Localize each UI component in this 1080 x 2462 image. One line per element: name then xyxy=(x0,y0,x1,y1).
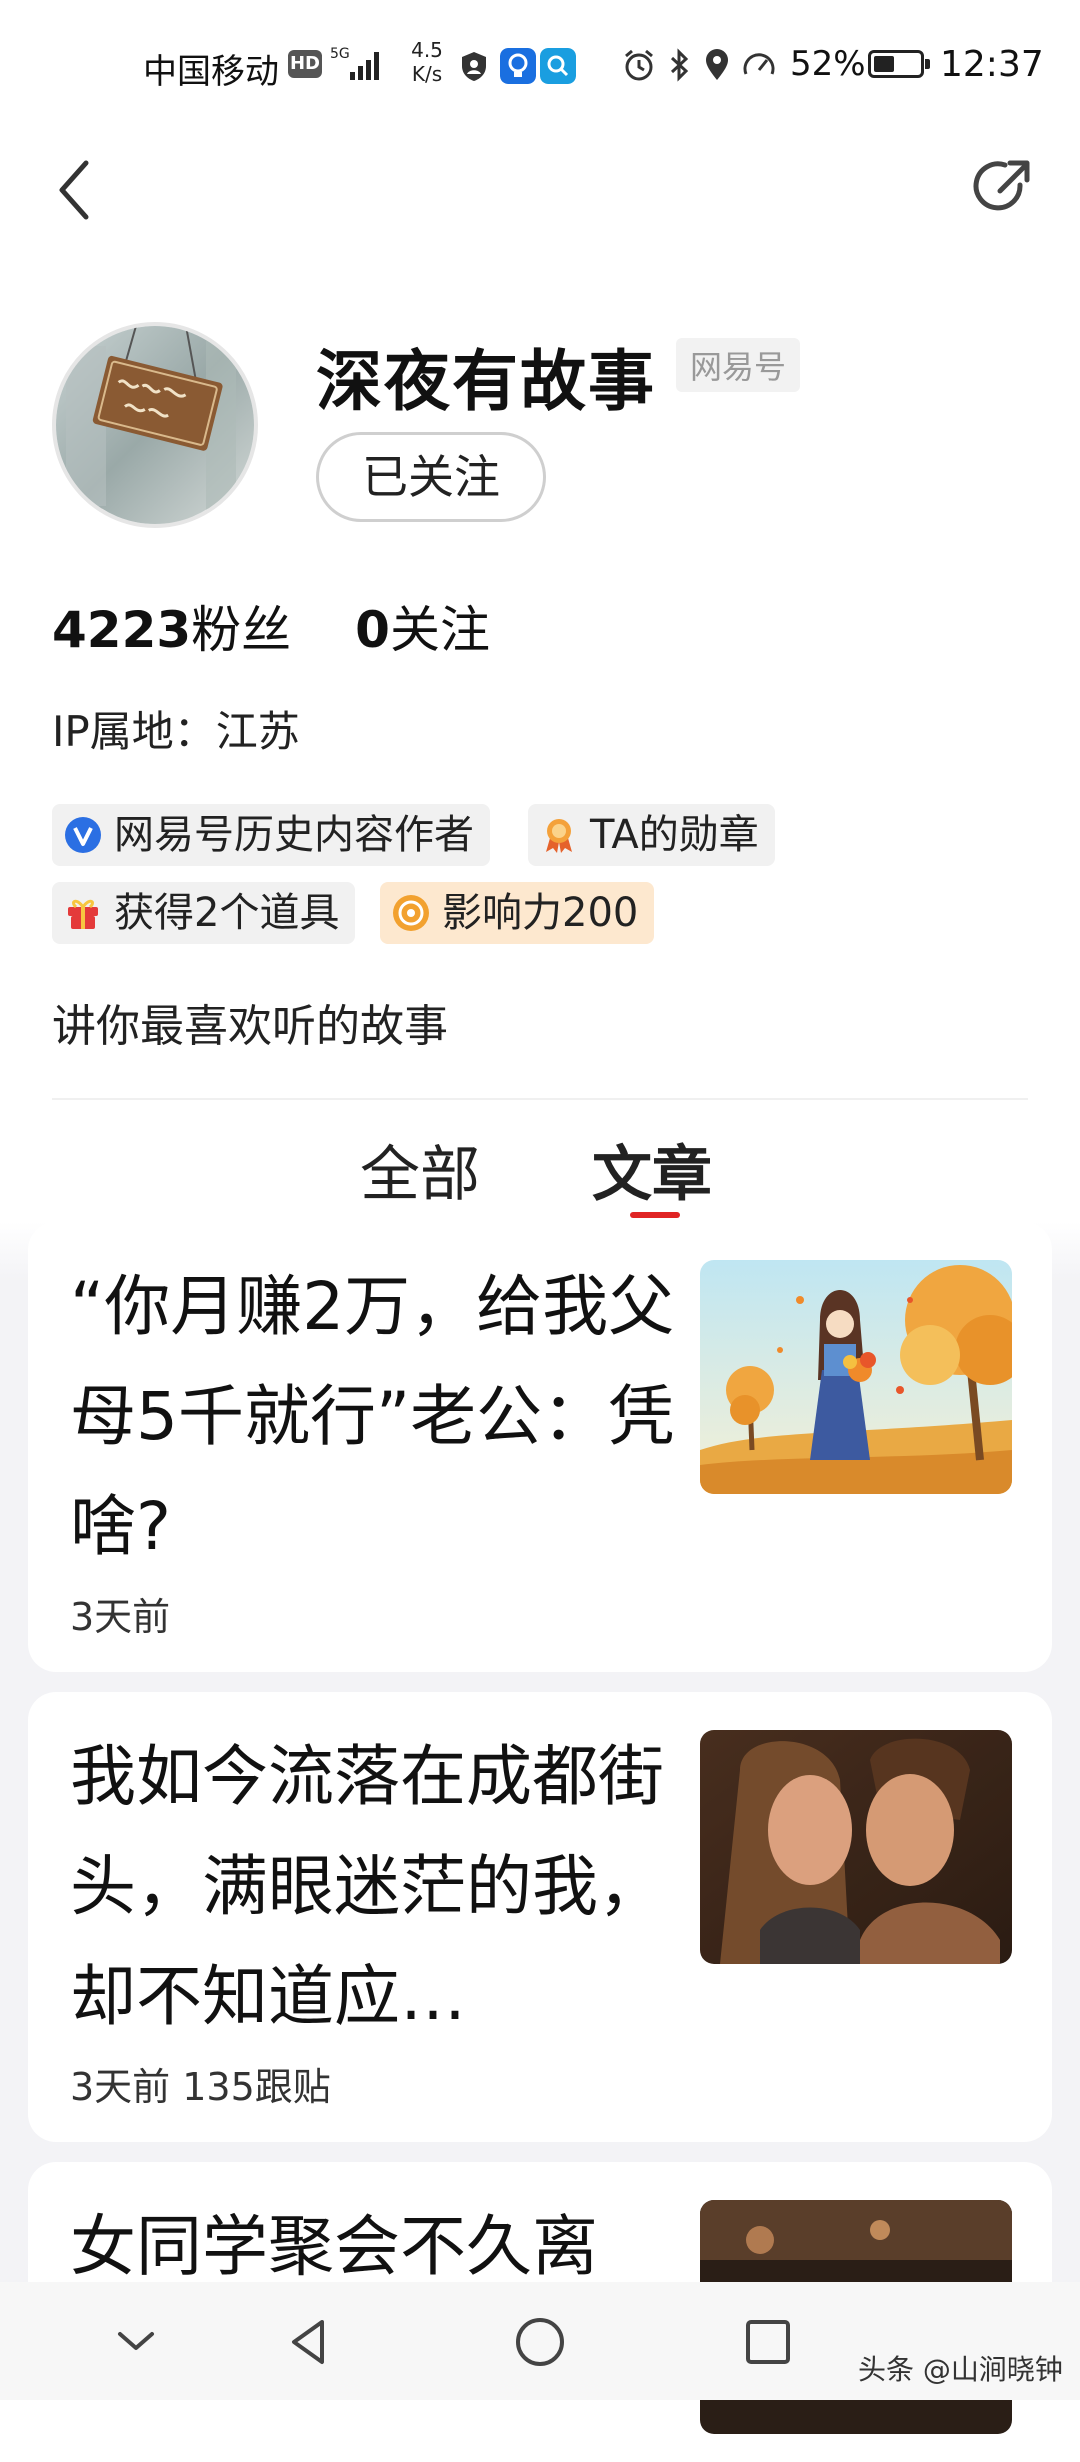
followers-label: 粉丝 xyxy=(191,601,292,659)
article-meta: 3天前 135跟贴 xyxy=(70,2065,331,2109)
system-back-button[interactable] xyxy=(280,2312,340,2372)
hd-icon: HD xyxy=(288,50,322,78)
triangle-back-icon xyxy=(292,2320,324,2364)
couple-photo xyxy=(700,1730,1012,1964)
account-type-badge: 网易号 xyxy=(676,338,801,392)
collapse-button[interactable] xyxy=(106,2312,166,2372)
influence-icon xyxy=(393,895,429,931)
followers-count: 4223 xyxy=(52,601,192,659)
tab-all[interactable]: 全部 xyxy=(360,1126,480,1213)
recents-button[interactable] xyxy=(738,2312,798,2372)
badge-influence[interactable]: 影响力200 xyxy=(380,882,655,944)
share-button[interactable] xyxy=(970,155,1035,220)
chevron-left-icon xyxy=(59,160,89,220)
profile-bio: 讲你最喜欢听的故事 xyxy=(52,1001,448,1052)
watermark: 头条 @山涧晓钟 xyxy=(858,2353,1063,2386)
bluetooth-icon xyxy=(670,48,689,82)
follow-button[interactable]: 已关注 xyxy=(316,432,546,522)
article-feed: “你月赚2万，给我父母5千就行”老公：凭啥? 3天前 我如今流落在成都街头，满眼… xyxy=(0,1222,1080,2462)
performance-icon xyxy=(743,53,775,75)
location-icon xyxy=(706,49,728,80)
article-card[interactable]: “你月赚2万，给我父母5千就行”老公：凭啥? 3天前 xyxy=(28,1222,1052,1672)
article-thumbnail xyxy=(700,1260,1012,1494)
article-meta: 3天前 xyxy=(70,1595,171,1639)
autumn-girl-illustration xyxy=(700,1260,1012,1494)
badge-label: 网易号历史内容作者 xyxy=(114,812,474,858)
share-icon xyxy=(973,160,1030,211)
home-button[interactable] xyxy=(510,2312,570,2372)
alarm-icon xyxy=(625,49,653,81)
ip-location: IP属地：江苏 xyxy=(52,707,300,756)
active-tab-indicator xyxy=(630,1212,680,1218)
followers-stat[interactable]: 4223粉丝 xyxy=(52,601,291,659)
net-speed-unit: K/s xyxy=(411,62,443,86)
profile-stats: 4223粉丝 0关注 xyxy=(52,590,490,662)
carrier-name: 中国移动 xyxy=(143,52,279,92)
battery-icon xyxy=(868,50,930,78)
following-stat[interactable]: 0关注 xyxy=(355,601,490,659)
profile-name: 深夜有故事 xyxy=(316,343,656,420)
following-count: 0 xyxy=(355,601,390,659)
status-bar: 中国移动 HD 5G 4.5 K/s 52% 12:37 xyxy=(0,0,1080,130)
gift-icon xyxy=(68,899,98,929)
badge-gifts[interactable]: 获得2个道具 xyxy=(52,882,356,944)
network-type-label: 5G xyxy=(330,46,350,62)
back-button[interactable] xyxy=(50,155,100,225)
chevron-down-icon xyxy=(118,2332,154,2350)
following-label: 关注 xyxy=(389,601,490,659)
badge-medal[interactable]: TA的勋章 xyxy=(528,804,775,866)
badge-creator[interactable]: 网易号历史内容作者 xyxy=(52,804,490,866)
square-recents-icon xyxy=(746,2320,790,2364)
signal-icon: 5G xyxy=(330,46,379,80)
avatar[interactable] xyxy=(52,322,258,528)
badge-label: 影响力200 xyxy=(442,890,639,936)
article-thumbnail xyxy=(700,1730,1012,1964)
avatar-image xyxy=(56,326,254,524)
net-speed: 4.5 K/s xyxy=(402,38,452,86)
bulb-app-icon xyxy=(500,48,536,84)
article-title: 我如今流落在成都街头，满眼迷茫的我，却不知道应… xyxy=(70,1738,664,2035)
badge-label: TA的勋章 xyxy=(590,812,759,858)
article-title: “你月赚2万，给我父母5千就行”老公：凭啥? xyxy=(70,1268,675,1565)
tab-articles[interactable]: 文章 xyxy=(592,1126,712,1213)
verified-v-icon xyxy=(65,817,101,853)
divider xyxy=(52,1098,1028,1100)
net-speed-value: 4.5 xyxy=(411,38,443,62)
medal-icon xyxy=(546,819,572,853)
clock: 12:37 xyxy=(940,44,1044,85)
search-app-icon xyxy=(540,48,576,84)
article-card[interactable]: 我如今流落在成都街头，满眼迷茫的我，却不知道应… 3天前 135跟贴 xyxy=(28,1692,1052,2142)
circle-home-icon xyxy=(516,2318,564,2366)
shield-app-icon xyxy=(462,52,486,81)
battery-percent: 52% xyxy=(790,44,866,84)
badge-label: 获得2个道具 xyxy=(114,890,340,936)
